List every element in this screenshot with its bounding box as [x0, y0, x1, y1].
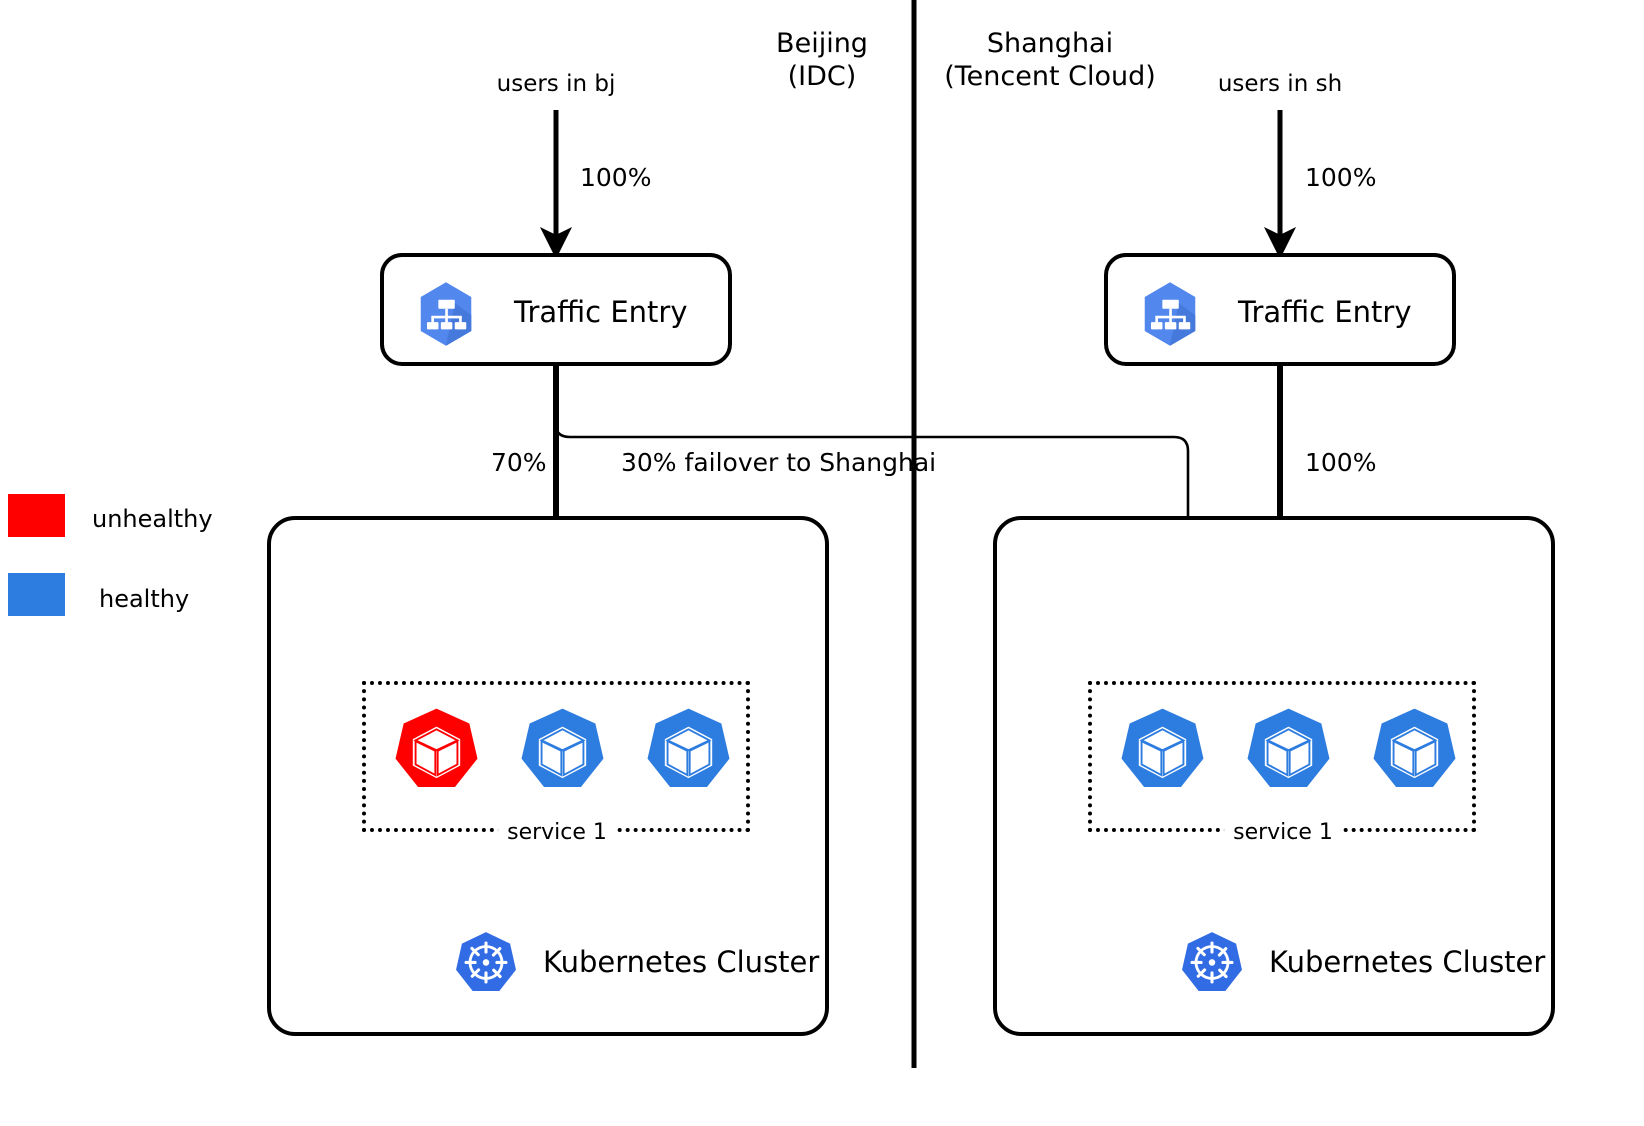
flow-label-failover: 30% failover to Shanghai [621, 448, 937, 477]
legend-label-unhealthy: unhealthy [92, 505, 213, 533]
load-balancer-icon [1135, 279, 1205, 353]
traffic-entry-label-bj: Traffic Entry [514, 295, 688, 329]
pod-icon-healthy [1368, 704, 1461, 801]
flow-percent-bj-ingress: 100% [580, 163, 652, 192]
traffic-entry-label-sh: Traffic Entry [1238, 295, 1412, 329]
diagram-canvas: Beijing (IDC) Shanghai (Tencent Cloud) u… [0, 0, 1644, 1126]
region-name-shanghai: Shanghai [986, 28, 1114, 59]
service-label-bj: service 1 [498, 820, 616, 846]
service-label-sh: service 1 [1224, 820, 1342, 846]
kubernetes-icon [1177, 928, 1247, 1002]
cluster-label-bj: Kubernetes Cluster [543, 945, 820, 979]
pod-icon-healthy [516, 704, 609, 801]
traffic-entry-box-sh[interactable]: Traffic Entry [1104, 253, 1456, 366]
kubernetes-cluster-box-bj[interactable]: service 1 Kubernetes Cluster [267, 516, 829, 1036]
pod-icon-healthy [1116, 704, 1209, 801]
load-balancer-icon [411, 279, 481, 353]
region-title-shanghai: Shanghai (Tencent Cloud) [944, 28, 1156, 94]
legend-swatch-unhealthy [8, 494, 65, 537]
flow-percent-sh-local: 100% [1305, 448, 1377, 477]
pod-icon-healthy [1242, 704, 1335, 801]
region-provider-beijing: (IDC) [787, 60, 857, 92]
source-label-bj: users in bj [496, 71, 616, 97]
legend-label-healthy: healthy [99, 585, 190, 613]
legend-swatch-healthy [8, 573, 65, 616]
service-box-sh[interactable] [1088, 681, 1476, 832]
kubernetes-icon [451, 928, 521, 1002]
service-box-bj[interactable] [362, 681, 750, 832]
region-name-beijing: Beijing [776, 28, 868, 59]
traffic-entry-box-bj[interactable]: Traffic Entry [380, 253, 732, 366]
region-title-beijing: Beijing (IDC) [776, 28, 868, 94]
flow-percent-bj-local: 70% [491, 448, 547, 477]
cluster-label-sh: Kubernetes Cluster [1269, 945, 1546, 979]
pod-icon-unhealthy [390, 704, 483, 801]
source-label-sh: users in sh [1217, 71, 1343, 97]
region-provider-shanghai: (Tencent Cloud) [944, 60, 1156, 92]
pod-icon-healthy [642, 704, 735, 801]
kubernetes-cluster-box-sh[interactable]: service 1 Kubernetes Cluster [993, 516, 1555, 1036]
flow-percent-sh-ingress: 100% [1305, 163, 1377, 192]
